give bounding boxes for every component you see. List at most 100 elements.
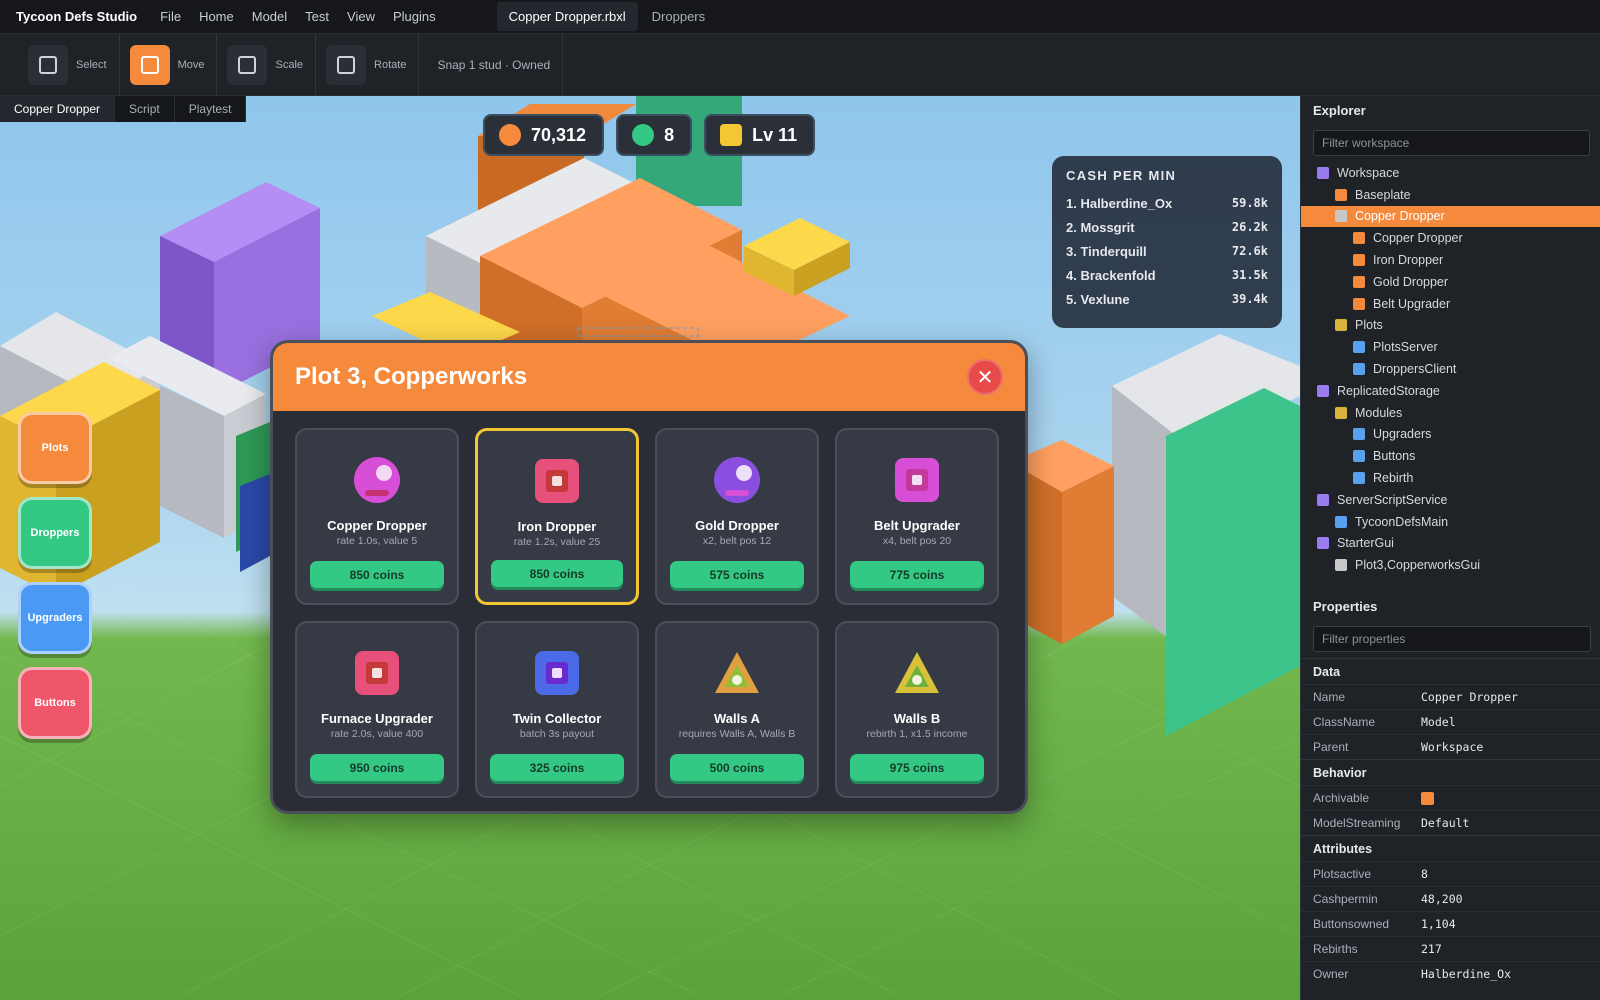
property-value[interactable]: Copper Dropper xyxy=(1421,690,1518,704)
explorer-node[interactable]: Upgraders xyxy=(1301,424,1600,446)
explorer-node[interactable]: Gold Dropper xyxy=(1301,271,1600,293)
property-value[interactable]: Workspace xyxy=(1421,740,1483,754)
node-label: ServerScriptService xyxy=(1337,492,1448,507)
shop-item-walls-a[interactable]: Walls A requires Walls A, Walls B 500 co… xyxy=(655,621,819,798)
square-icon xyxy=(533,649,581,697)
tool-move[interactable]: Move xyxy=(129,33,218,96)
player-value: 26.2k xyxy=(1231,220,1268,234)
property-value[interactable]: 48,200 xyxy=(1421,892,1463,906)
property-value[interactable]: Model xyxy=(1421,715,1456,729)
properties-filter-input[interactable]: Filter properties xyxy=(1313,626,1591,652)
buy-button[interactable]: 950 coins xyxy=(310,754,444,781)
explorer-node[interactable]: ReplicatedStorage xyxy=(1301,380,1600,402)
scale-tool-button[interactable] xyxy=(227,44,268,85)
property-section-header[interactable]: Attributes xyxy=(1301,835,1600,861)
level-value: Lv 11 xyxy=(752,124,798,145)
explorer-node[interactable]: Copper Dropper xyxy=(1301,227,1600,249)
shop-item-twin-collector[interactable]: Twin Collector batch 3s payout 325 coins xyxy=(475,621,639,798)
buy-button[interactable]: 775 coins xyxy=(850,561,984,588)
explorer-node[interactable]: Plots xyxy=(1301,315,1600,337)
buttons-button[interactable]: Buttons xyxy=(18,667,92,739)
document-tab-active[interactable]: Copper Dropper.rbxl xyxy=(496,2,638,31)
buy-button[interactable]: 500 coins xyxy=(670,754,804,781)
property-value[interactable]: Default xyxy=(1421,816,1469,830)
node-label: Buttons xyxy=(1373,449,1416,464)
node-label: StarterGui xyxy=(1337,536,1394,551)
menu-file[interactable]: File xyxy=(151,9,190,24)
explorer-node[interactable]: Rebirth xyxy=(1301,467,1600,489)
tool-select[interactable]: Select xyxy=(28,33,120,96)
droppers-button[interactable]: Droppers xyxy=(18,497,92,569)
player-name: 1. Halberdine_Ox xyxy=(1066,195,1173,211)
tab-copper-dropper[interactable]: Copper Dropper xyxy=(0,96,116,122)
menu-view[interactable]: View xyxy=(338,9,384,24)
explorer-node[interactable]: Buttons xyxy=(1301,445,1600,467)
upgraders-button[interactable]: Upgraders xyxy=(18,582,92,654)
explorer-node[interactable]: Iron Dropper xyxy=(1301,249,1600,271)
shop-item-iron-dropper[interactable]: Iron Dropper rate 1.2s, value 25 850 coi… xyxy=(475,428,639,605)
explorer-node[interactable]: ServerScriptService xyxy=(1301,489,1600,511)
explorer-filter-input[interactable]: Filter workspace xyxy=(1313,130,1590,156)
buy-button[interactable]: 975 coins xyxy=(850,754,984,781)
checkbox-checked[interactable] xyxy=(1421,791,1434,805)
item-name: Belt Upgrader xyxy=(874,518,960,533)
item-name: Furnace Upgrader xyxy=(321,711,433,726)
instance-icon xyxy=(1353,363,1365,376)
explorer-node[interactable]: Plot3,CopperworksGui xyxy=(1301,554,1600,576)
menu-model[interactable]: Model xyxy=(243,9,296,24)
explorer-node[interactable]: Baseplate xyxy=(1301,184,1600,206)
close-icon[interactable]: ✕ xyxy=(967,359,1003,395)
scale-icon xyxy=(238,55,257,74)
explorer-node[interactable]: TycoonDefsMain xyxy=(1301,511,1600,533)
explorer-node[interactable]: Modules xyxy=(1301,402,1600,424)
menu-test[interactable]: Test xyxy=(296,9,338,24)
instance-icon xyxy=(1353,341,1365,354)
menu-home[interactable]: Home xyxy=(190,9,243,24)
property-value[interactable]: Halberdine_Ox xyxy=(1421,967,1511,981)
move-icon xyxy=(140,55,159,74)
shop-item-belt-upgrader[interactable]: Belt Upgrader x4, belt pos 20 775 coins xyxy=(835,428,999,605)
property-value[interactable]: 217 xyxy=(1421,942,1442,956)
snap-setting[interactable]: Snap 1 stud · Owned xyxy=(429,33,564,96)
node-label: Iron Dropper xyxy=(1373,253,1444,268)
rotate-tool-button[interactable] xyxy=(326,44,367,85)
plots-button[interactable]: Plots xyxy=(18,412,92,484)
buy-button[interactable]: 850 coins xyxy=(491,560,623,587)
explorer-node[interactable]: DroppersClient xyxy=(1301,358,1600,380)
explorer-node[interactable]: Belt Upgrader xyxy=(1301,293,1600,315)
property-section-header[interactable]: Data xyxy=(1301,658,1600,684)
property-section-header[interactable]: Behavior xyxy=(1301,759,1600,785)
shop-item-walls-b[interactable]: Walls B rebirth 1, x1.5 income 975 coins xyxy=(835,621,999,798)
square-icon xyxy=(353,649,401,697)
shop-grid: Copper Dropper rate 1.0s, value 5 850 co… xyxy=(295,428,999,798)
tool-label: Rotate xyxy=(374,58,407,71)
right-blocks xyxy=(1010,334,1300,736)
instance-icon xyxy=(1317,166,1329,179)
explorer-node[interactable]: StarterGui xyxy=(1301,533,1600,555)
leaderboard-row: 4. Brackenfold 31.5k xyxy=(1066,263,1268,287)
player-name: 2. Mossgrit xyxy=(1066,219,1135,235)
item-name: Gold Dropper xyxy=(695,518,779,533)
property-key: Buttonsowned xyxy=(1313,917,1390,931)
buy-button[interactable]: 325 coins xyxy=(490,754,624,781)
explorer-node[interactable]: Copper Dropper xyxy=(1301,205,1600,228)
menu-plugins[interactable]: Plugins xyxy=(384,9,445,24)
shop-item-furnace-upgrader[interactable]: Furnace Upgrader rate 2.0s, value 400 95… xyxy=(295,621,459,798)
explorer-node[interactable]: PlotsServer xyxy=(1301,336,1600,358)
shop-item-gold-dropper[interactable]: Gold Dropper x2, belt pos 12 575 coins xyxy=(655,428,819,605)
tab-script[interactable]: Script xyxy=(115,96,175,122)
property-value[interactable]: 1,104 xyxy=(1421,917,1456,931)
3d-viewport[interactable]: Copper Dropper Script Playtest 70,312 8 … xyxy=(0,96,1300,1000)
buy-button[interactable]: 575 coins xyxy=(670,561,804,588)
explorer-node[interactable]: Workspace xyxy=(1301,162,1600,184)
move-tool-button[interactable] xyxy=(129,44,170,85)
document-tab[interactable]: Droppers xyxy=(638,2,719,31)
shop-item-copper-dropper[interactable]: Copper Dropper rate 1.0s, value 5 850 co… xyxy=(295,428,459,605)
tool-rotate[interactable]: Rotate xyxy=(326,33,420,96)
select-tool-button[interactable] xyxy=(28,44,68,85)
tab-playtest[interactable]: Playtest xyxy=(175,96,247,122)
property-value[interactable]: 8 xyxy=(1421,867,1428,881)
buy-button[interactable]: 850 coins xyxy=(310,561,444,588)
tool-scale[interactable]: Scale xyxy=(227,33,317,96)
rotate-icon xyxy=(337,55,356,74)
